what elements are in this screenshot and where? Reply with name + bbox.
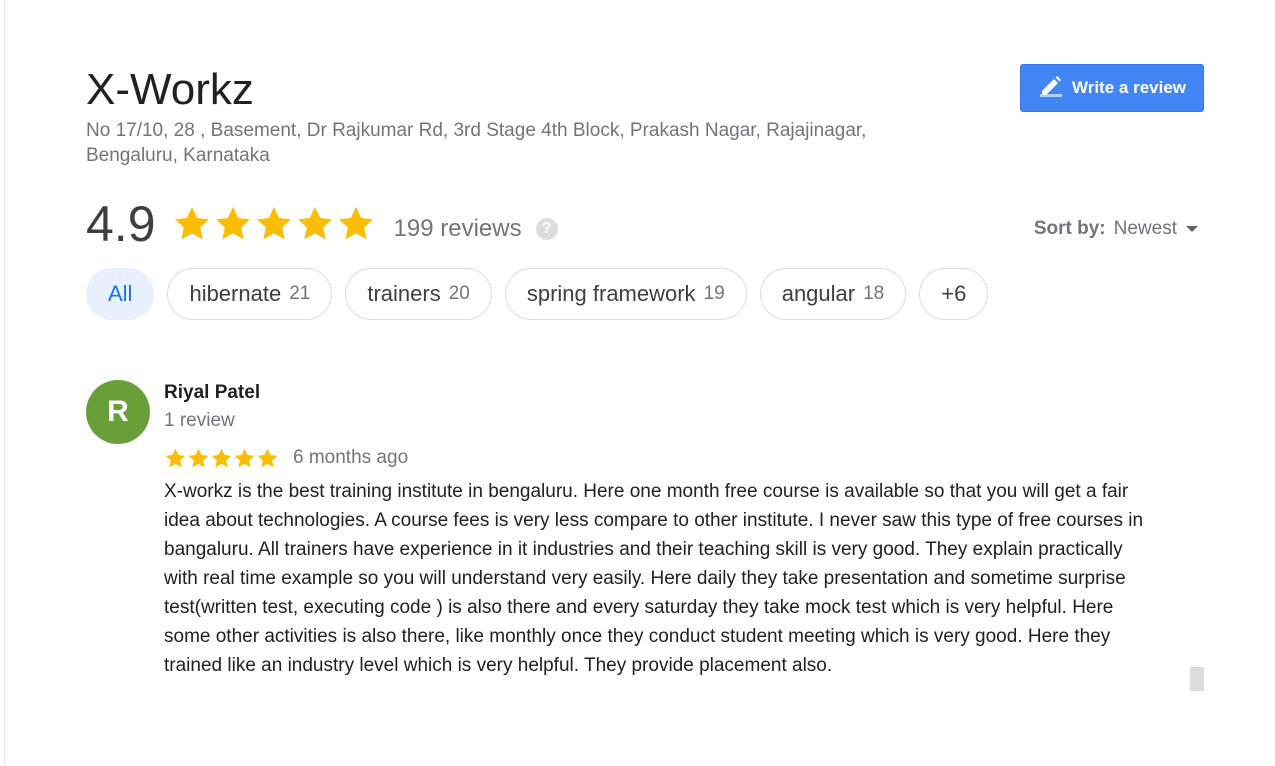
sort-label: Sort by: — [1033, 218, 1106, 239]
scrollbar-thumb[interactable] — [1190, 667, 1204, 691]
chip-more[interactable]: +6 — [919, 268, 989, 320]
review-author-count: 1 review — [164, 410, 235, 431]
chip-count: 21 — [289, 283, 311, 304]
chip-label: +6 — [941, 281, 967, 306]
star-icon — [234, 448, 255, 467]
business-header: X-Workz No 17/10, 28 , Basement, Dr Rajk… — [86, 62, 986, 168]
chip-count: 19 — [703, 283, 725, 304]
review-count-link[interactable]: 199 reviews — [394, 215, 522, 243]
star-icon — [165, 448, 186, 467]
review-meta: 6 months ago — [164, 444, 1164, 472]
star-icon — [338, 207, 373, 240]
rating-summary: 4.9 199 reviews ? — [86, 192, 558, 256]
write-review-button[interactable]: Write a review — [1020, 64, 1204, 112]
chip-count: 20 — [448, 283, 470, 304]
star-icon — [211, 448, 232, 467]
star-icon — [174, 207, 209, 240]
chip-label: hibernate — [189, 281, 282, 306]
write-review-label: Write a review — [1071, 78, 1187, 97]
star-icon — [256, 207, 291, 240]
chip-hibernate[interactable]: hibernate 21 — [167, 268, 333, 320]
star-icon — [188, 448, 209, 467]
chip-label: angular — [781, 281, 856, 306]
chip-angular[interactable]: angular 18 — [759, 268, 907, 320]
sort-dropdown[interactable]: Sort by: Newest — [1034, 218, 1199, 240]
star-icon — [257, 448, 278, 467]
chip-label: trainers — [367, 281, 441, 306]
help-icon[interactable]: ? — [535, 218, 558, 240]
chip-all[interactable]: All — [86, 268, 155, 320]
review-body: Riyal Patel 1 review 6 months ago X-work… — [164, 380, 1164, 680]
chip-spring-framework[interactable]: spring framework 19 — [504, 268, 747, 320]
review-author[interactable]: Riyal Patel — [164, 380, 1164, 406]
chip-label: All — [108, 281, 133, 306]
chip-count: 18 — [863, 283, 885, 304]
review-text: X-workz is the best training institute i… — [164, 481, 1144, 676]
chip-label: spring framework — [526, 281, 696, 306]
average-rating: 4.9 — [86, 196, 156, 252]
star-icon — [215, 207, 250, 240]
rating-stars — [172, 204, 376, 244]
topic-filter-chips: All hibernate 21 trainers 20 spring fram… — [86, 268, 989, 320]
review-stars — [164, 447, 279, 470]
pencil-icon — [1038, 73, 1064, 104]
dropdown-arrow-icon — [1186, 226, 1198, 232]
chip-trainers[interactable]: trainers 20 — [345, 268, 492, 320]
avatar[interactable]: R — [86, 380, 150, 444]
business-address: No 17/10, 28 , Basement, Dr Rajkumar Rd,… — [86, 120, 867, 166]
business-name: X-Workz — [86, 65, 254, 114]
review-time: 6 months ago — [293, 447, 409, 468]
star-icon — [297, 207, 332, 240]
sort-value: Newest — [1113, 218, 1177, 239]
left-edge-divider — [0, 0, 5, 766]
